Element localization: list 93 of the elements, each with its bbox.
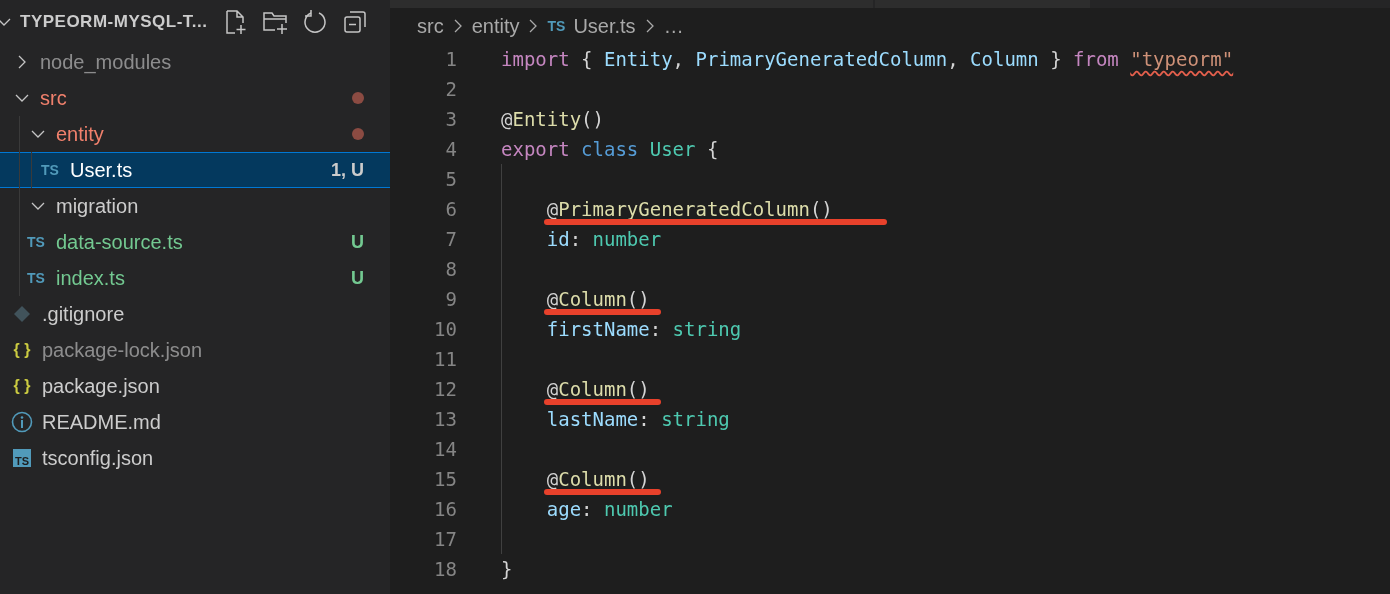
breadcrumb-item[interactable]: src xyxy=(417,14,444,38)
line-number: 3 xyxy=(444,108,457,130)
folder-item[interactable]: src xyxy=(0,80,390,116)
code-token: firstName xyxy=(546,318,650,340)
code-token: class xyxy=(581,138,640,160)
code-token: "typeorm" xyxy=(1130,48,1234,70)
line-number: 1 xyxy=(444,48,457,70)
code-token: import xyxy=(501,48,571,70)
code-token: @ xyxy=(546,468,559,490)
line-number: 2 xyxy=(444,78,457,100)
code-token: : xyxy=(649,318,663,340)
refresh-icon[interactable] xyxy=(301,9,328,35)
code-token: Entity xyxy=(512,108,582,130)
code-token: export xyxy=(501,138,571,160)
code-token: Column xyxy=(970,48,1040,70)
line-number: 4 xyxy=(444,138,457,160)
file-item[interactable]: TS data-source.ts U xyxy=(0,224,390,260)
line-number: 10 xyxy=(433,318,457,340)
status-label: U xyxy=(351,267,364,289)
line-number: 18 xyxy=(433,558,457,580)
line-number: 17 xyxy=(433,528,457,550)
code-token: age xyxy=(546,498,582,520)
code-token: @ xyxy=(546,198,559,220)
code-token: @ xyxy=(546,378,559,400)
code-token: number xyxy=(603,498,673,520)
code-token: PrimaryGeneratedColumn xyxy=(695,48,948,70)
code-token: { xyxy=(581,48,594,70)
file-item[interactable]: .gitignore xyxy=(0,296,390,332)
explorer-title: TYPEORM-MYSQL-T... xyxy=(20,12,208,32)
code-token: Column xyxy=(558,468,627,490)
collapse-all-icon[interactable] xyxy=(341,9,368,35)
code-token: number xyxy=(592,228,662,250)
status-label: 1, U xyxy=(331,159,364,181)
typescript-file-icon: TS xyxy=(547,18,566,34)
code-token: } xyxy=(1050,48,1063,70)
line-number: 5 xyxy=(444,168,457,190)
line-number: 12 xyxy=(433,378,457,400)
line-number: 6 xyxy=(444,198,457,220)
line-number: 16 xyxy=(433,498,457,520)
code-token: PrimaryGeneratedColumn xyxy=(558,198,810,220)
code-token: lastName xyxy=(546,408,639,430)
folder-item[interactable]: entity xyxy=(0,116,390,152)
code-token: () xyxy=(626,468,650,490)
code-token: Entity xyxy=(603,48,673,70)
file-item[interactable]: { } package.json xyxy=(0,368,390,404)
code-token: @ xyxy=(546,288,559,310)
line-number: 8 xyxy=(444,258,457,280)
file-item[interactable]: TS index.ts U xyxy=(0,260,390,296)
code-token: Column xyxy=(558,378,627,400)
code-token: , xyxy=(672,48,686,70)
line-number: 7 xyxy=(444,228,457,250)
code-token: Column xyxy=(558,288,627,310)
breadcrumb-item[interactable]: entity xyxy=(471,14,520,38)
code-token: from xyxy=(1073,48,1120,70)
breadcrumb-item[interactable]: User.ts xyxy=(573,14,636,38)
code-token: : xyxy=(638,408,651,430)
code-token: , xyxy=(947,48,960,70)
line-number: 14 xyxy=(433,438,457,460)
code-token: @ xyxy=(501,108,513,130)
folder-item[interactable]: node_modules xyxy=(0,44,390,80)
modified-dot xyxy=(352,92,364,104)
code-token: { xyxy=(706,138,719,160)
line-number: 9 xyxy=(444,288,457,310)
code-token: } xyxy=(501,558,513,580)
info-icon xyxy=(10,411,34,433)
new-folder-icon[interactable] xyxy=(261,9,288,35)
typescript-file-icon: TS xyxy=(24,234,48,250)
code-token: id xyxy=(546,228,570,250)
code-token: string xyxy=(661,408,730,430)
file-item[interactable]: TS User.ts 1, U xyxy=(0,152,390,188)
folder-item[interactable]: migration xyxy=(0,188,390,224)
file-item[interactable]: README.md xyxy=(0,404,390,440)
code-token: () xyxy=(581,108,604,130)
line-number: 11 xyxy=(433,348,457,370)
code-token: () xyxy=(626,288,650,310)
modified-dot xyxy=(352,128,364,140)
code-token: string xyxy=(672,318,742,340)
json-file-icon: { } xyxy=(10,377,34,395)
typescript-file-icon: TS xyxy=(38,162,62,178)
code-token: User xyxy=(649,138,697,160)
code-token: () xyxy=(626,378,650,400)
file-item[interactable]: TS tsconfig.json xyxy=(0,440,390,476)
line-number: 13 xyxy=(433,408,457,430)
json-file-icon: { } xyxy=(10,341,34,359)
code-token: : xyxy=(581,498,594,520)
code-token: () xyxy=(809,198,833,220)
line-number: 15 xyxy=(433,468,457,490)
status-label: U xyxy=(351,231,364,253)
file-item[interactable]: { } package-lock.json xyxy=(0,332,390,368)
breadcrumb-item[interactable]: … xyxy=(663,14,684,38)
typescript-file-icon: TS xyxy=(24,270,48,286)
typescript-config-icon: TS xyxy=(13,449,31,467)
code-token: : xyxy=(569,228,583,250)
